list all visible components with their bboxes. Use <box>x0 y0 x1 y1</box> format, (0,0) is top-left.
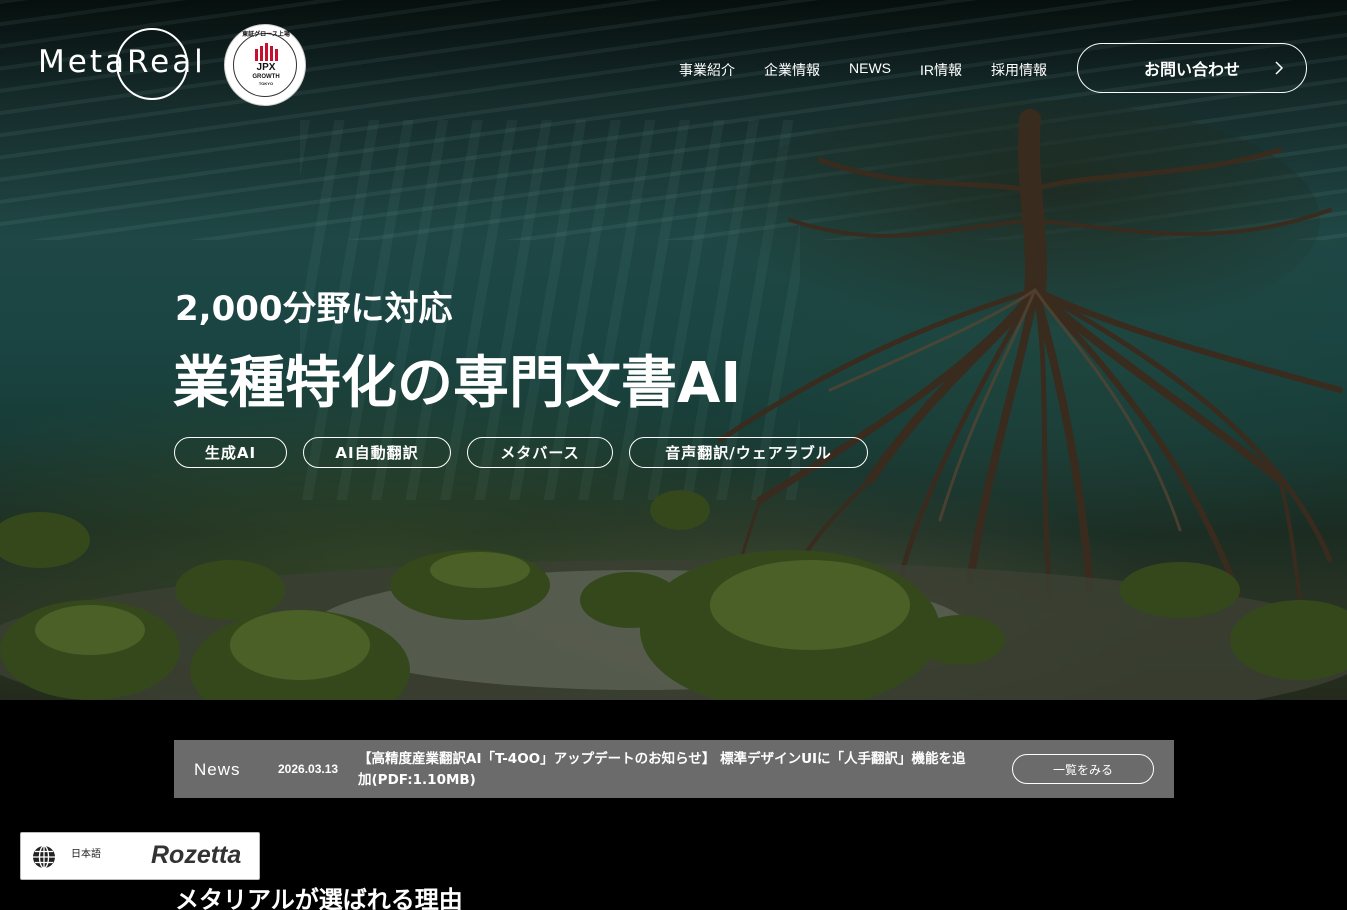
nav-item-business[interactable]: 事業紹介 <box>679 60 735 80</box>
language-switcher[interactable]: 日本語 Rozetta <box>20 832 260 880</box>
rozetta-logo: Rozetta <box>151 841 242 869</box>
tag-generative-ai[interactable]: 生成AI <box>174 437 287 468</box>
metareal-logo[interactable]: MetaReal <box>38 28 210 100</box>
contact-button[interactable]: お問い合わせ <box>1077 43 1307 93</box>
tag-voice-translation-wearable[interactable]: 音声翻訳/ウェアラブル <box>629 437 868 468</box>
jpx-badge-sub2-text: TOKYO <box>258 81 274 86</box>
tag-ai-translation[interactable]: AI自動翻訳 <box>303 437 451 468</box>
news-list-button[interactable]: 一覧をみる <box>1012 754 1154 784</box>
contact-button-label: お問い合わせ <box>1143 62 1240 79</box>
jpx-badge-top-text: 東証グロース上場 <box>242 32 290 38</box>
hero-tags: 生成AI AI自動翻訳 メタバース 音声翻訳/ウェアラブル <box>174 437 884 468</box>
hero-subtitle: 2,000分野に対応 <box>175 289 453 329</box>
nav-item-ir[interactable]: IR情報 <box>920 60 962 80</box>
globe-icon <box>33 845 55 869</box>
chevron-right-icon <box>1275 61 1284 75</box>
news-date: 2026.03.13 <box>278 762 339 776</box>
jpx-badge-main-text: JPX <box>256 62 276 73</box>
news-headline-link[interactable]: 【高精度産業翻訳AI「T-4OO」アップデートのお知らせ】 標準デザインUIに「… <box>358 749 978 791</box>
seafloor-image <box>0 490 1347 700</box>
jpx-badge-sub-text: GROWTH <box>252 74 280 80</box>
news-label: News <box>194 760 241 779</box>
news-bar: News 2026.03.13 【高精度産業翻訳AI「T-4OO」アップデートの… <box>174 740 1174 798</box>
nav-item-company[interactable]: 企業情報 <box>764 60 820 80</box>
language-label: 日本語 <box>71 849 101 860</box>
nav-item-news[interactable]: NEWS <box>849 60 891 80</box>
section-title: メタリアルが選ばれる理由 <box>175 886 463 910</box>
nav-item-recruit[interactable]: 採用情報 <box>991 60 1047 80</box>
jpx-bars-icon <box>255 43 278 61</box>
logo-text: MetaReal <box>38 44 206 80</box>
hero-title: 業種特化の専門文書AI <box>173 351 742 416</box>
tag-metaverse[interactable]: メタバース <box>467 437 613 468</box>
jpx-growth-badge: 東証グロース上場 JPX GROWTH TOKYO <box>224 24 306 106</box>
main-nav: 事業紹介 企業情報 NEWS IR情報 採用情報 <box>679 60 1076 80</box>
